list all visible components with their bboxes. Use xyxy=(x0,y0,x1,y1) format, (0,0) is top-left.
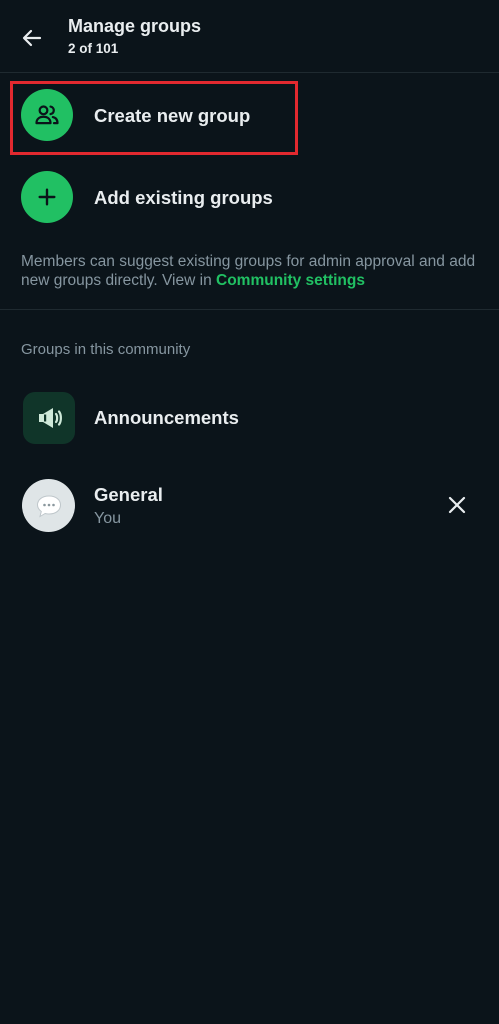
announcements-avatar xyxy=(23,392,75,444)
group-item-announcements[interactable]: Announcements xyxy=(0,383,499,453)
add-existing-icon-wrapper xyxy=(21,171,73,223)
megaphone-icon xyxy=(39,408,62,428)
highlight-annotation xyxy=(10,81,298,155)
plus-icon xyxy=(38,188,56,206)
group-subtitle: You xyxy=(94,510,121,527)
group-name: General xyxy=(94,484,163,505)
chat-bubble-icon xyxy=(36,494,61,518)
groups-section-heading: Groups in this community xyxy=(21,341,191,358)
group-item-general[interactable]: General You xyxy=(0,471,499,541)
group-name: Announcements xyxy=(94,407,239,428)
community-settings-link[interactable]: Community settings xyxy=(216,272,365,289)
back-button[interactable] xyxy=(14,20,50,56)
top-app-bar: Manage groups 2 of 101 xyxy=(0,0,499,73)
page-title: Manage groups xyxy=(68,16,202,36)
arrow-back-icon xyxy=(22,29,42,47)
info-text: Members can suggest existing groups for … xyxy=(21,252,481,290)
close-icon xyxy=(448,496,466,514)
add-existing-groups-label: Add existing groups xyxy=(94,187,273,208)
section-divider xyxy=(0,309,499,310)
remove-group-button[interactable] xyxy=(440,488,474,522)
general-avatar xyxy=(22,479,75,532)
group-count: 2 of 101 xyxy=(68,41,119,56)
add-existing-groups-row[interactable]: Add existing groups xyxy=(0,157,499,237)
